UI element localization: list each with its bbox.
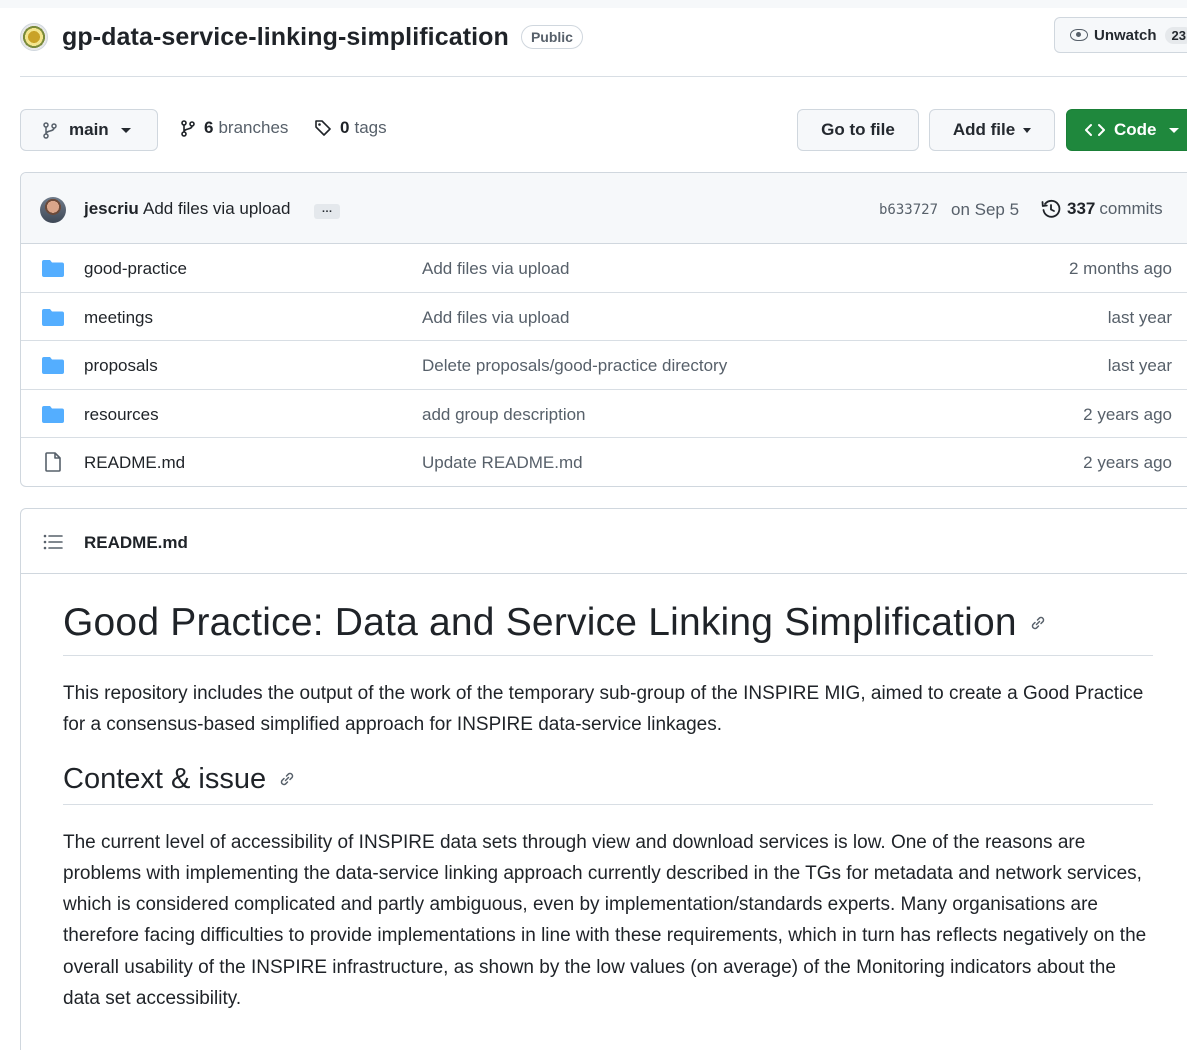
file-name[interactable]: resources (84, 405, 159, 425)
code-button[interactable]: Code (1066, 109, 1187, 151)
folder-icon (42, 260, 64, 277)
repo-header: gp-data-service-linking-simplification P… (20, 18, 583, 56)
file-row[interactable]: resources add group description 2 years … (21, 390, 1187, 439)
repo-name[interactable]: gp-data-service-linking-simplification (62, 23, 509, 52)
file-commit-message[interactable]: Add files via upload (422, 308, 569, 328)
go-to-file-button[interactable]: Go to file (797, 109, 919, 151)
commits-link[interactable]: 337 commits (1041, 199, 1163, 219)
commit-author[interactable]: jescriu (84, 199, 139, 219)
watchers-count: 23 (1164, 26, 1187, 44)
commit-date[interactable]: on Sep 5 (951, 200, 1019, 220)
header-divider (20, 76, 1187, 77)
file-age: 2 months ago (1068, 259, 1172, 278)
tags-label: tags (354, 118, 387, 137)
git-branch-icon (43, 122, 57, 139)
readme-header: README.md (21, 509, 1187, 574)
branches-link[interactable]: 6 branches (180, 118, 288, 138)
folder-icon (42, 308, 64, 326)
folder-icon (42, 357, 64, 375)
branches-label: branches (218, 118, 289, 137)
file-age: last year (1107, 307, 1172, 327)
list-unordered-icon[interactable] (43, 534, 63, 550)
add-file-label: Add file (952, 120, 1016, 139)
visibility-badge: Public (520, 25, 583, 49)
file-browser: jescriu Add files via upload … b633727 o… (20, 172, 1187, 487)
commit-sha[interactable]: b633727 (879, 202, 938, 218)
commits-count: 337 (1067, 199, 1096, 218)
file-commit-message[interactable]: Update README.md (422, 453, 583, 473)
unwatch-label: Unwatch (1094, 26, 1157, 44)
readme-filename[interactable]: README.md (84, 533, 188, 553)
avatar[interactable] (40, 197, 66, 223)
file-name[interactable]: proposals (84, 356, 158, 376)
top-strip (0, 0, 1187, 8)
readme-heading-text: Good Practice: Data and Service Linking … (63, 601, 1017, 644)
latest-commit-row: jescriu Add files via upload … b633727 o… (21, 173, 1187, 244)
chevron-down-icon (120, 127, 131, 133)
file-row[interactable]: README.md Update README.md 2 years ago (21, 438, 1187, 486)
file-commit-message[interactable]: add group description (422, 405, 586, 425)
link-icon[interactable] (278, 770, 296, 788)
add-file-button[interactable]: Add file (929, 109, 1055, 151)
file-age: 2 years ago (1083, 453, 1172, 473)
readme-content: Good Practice: Data and Service Linking … (63, 574, 1153, 1014)
tags-link[interactable]: 0 tags (314, 118, 387, 138)
link-icon[interactable] (1029, 614, 1047, 632)
unwatch-button[interactable]: Unwatch 23 (1054, 17, 1187, 53)
eye-icon (1070, 29, 1088, 41)
file-name[interactable]: meetings (84, 308, 153, 328)
file-name[interactable]: README.md (84, 453, 185, 473)
file-commit-message[interactable]: Add files via upload (422, 259, 569, 279)
readme-intro: This repository includes the output of t… (63, 683, 1144, 736)
branch-name: main (69, 120, 109, 139)
file-name[interactable]: good-practice (84, 259, 187, 279)
file-row[interactable]: good-practice Add files via upload 2 mon… (21, 244, 1187, 293)
readme-subheading-text: Context & issue (63, 762, 267, 795)
code-icon (1085, 124, 1105, 136)
branch-selector-button[interactable]: main (20, 109, 158, 151)
chevron-down-icon (1168, 127, 1179, 133)
folder-icon (42, 405, 64, 423)
code-label: Code (1114, 120, 1157, 139)
tag-icon (315, 120, 331, 136)
file-icon (45, 452, 61, 473)
history-icon (1041, 199, 1061, 218)
chevron-down-icon (1023, 127, 1032, 133)
file-row[interactable]: meetings Add files via upload last year (21, 293, 1187, 342)
file-age: 2 years ago (1083, 404, 1172, 424)
readme-panel: README.md Good Practice: Data and Servic… (20, 508, 1187, 1050)
repo-avatar[interactable] (20, 23, 48, 51)
file-age: last year (1107, 356, 1172, 376)
file-commit-message[interactable]: Delete proposals/good-practice directory (422, 356, 727, 376)
branches-count: 6 (204, 118, 214, 137)
readme-subheading: Context & issue (63, 763, 1153, 805)
commits-label: commits (1099, 199, 1163, 218)
readme-context-paragraph: The current level of accessibility of IN… (63, 831, 1147, 1010)
commit-message[interactable]: Add files via upload (143, 199, 290, 219)
expand-commit-button[interactable]: … (314, 204, 340, 219)
file-row[interactable]: proposals Delete proposals/good-practice… (21, 341, 1187, 390)
readme-heading: Good Practice: Data and Service Linking … (63, 601, 1153, 656)
git-branch-icon (181, 119, 195, 137)
tags-count: 0 (340, 118, 350, 137)
